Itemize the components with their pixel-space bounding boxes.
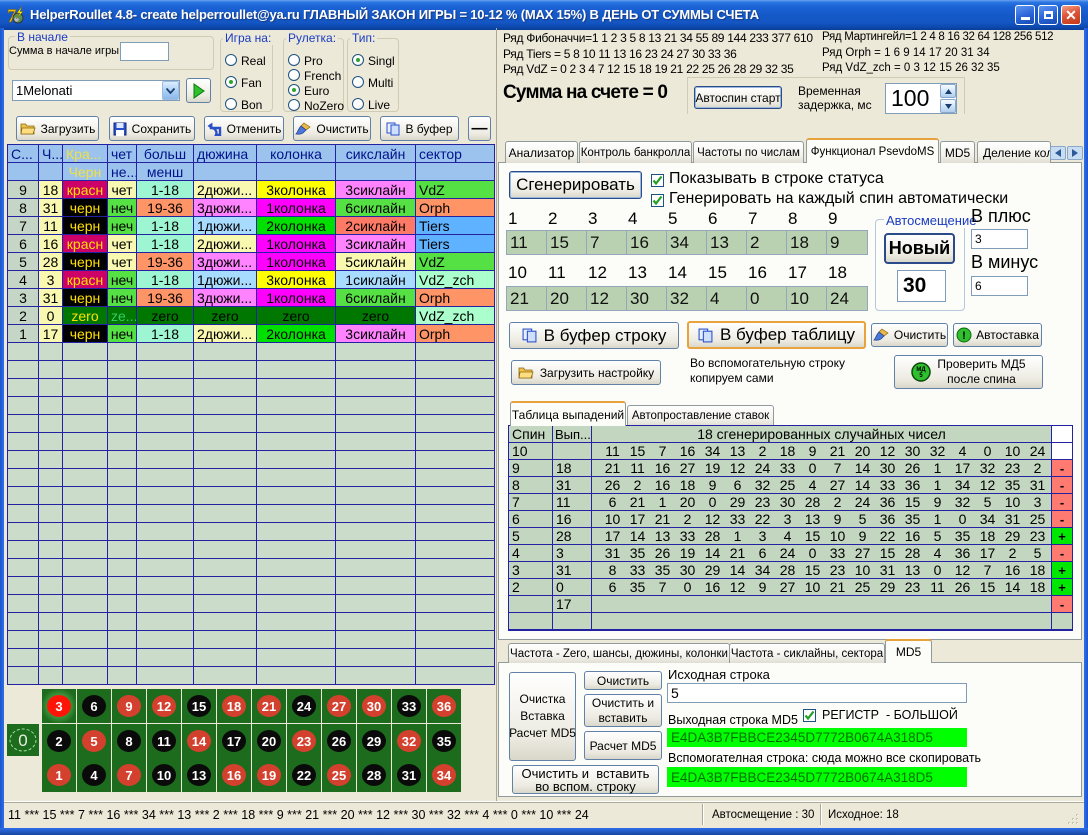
svg-text:0: 0 [18,731,27,750]
svg-text:!: ! [962,330,966,342]
